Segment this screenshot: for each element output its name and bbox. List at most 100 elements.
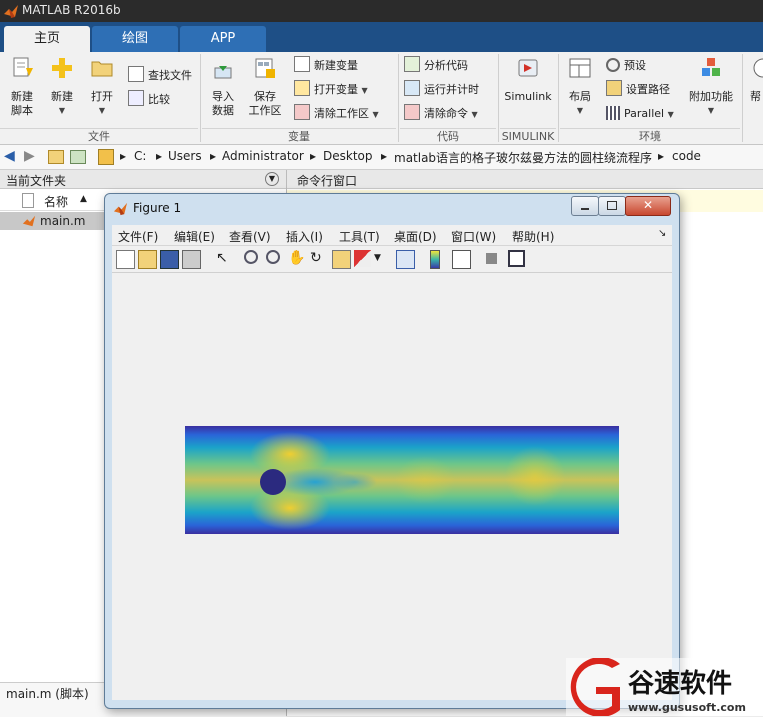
matlab-file-icon [22, 215, 36, 227]
menu-desktop[interactable]: 桌面(D) [394, 228, 437, 245]
compare-button[interactable]: 比较 [128, 90, 170, 110]
file-name: main.m [40, 214, 86, 228]
colorbar-icon[interactable] [430, 250, 440, 269]
run-and-time-label: 运行并计时 [424, 83, 479, 96]
link-icon[interactable] [396, 250, 415, 269]
current-folder-title: 当前文件夹 [6, 174, 67, 188]
back-arrow-icon[interactable]: ◀ [4, 148, 15, 164]
breadcrumb-item[interactable]: Users [168, 149, 202, 163]
zoom-in-icon[interactable] [244, 250, 258, 264]
code-section-label: 代码 [400, 128, 496, 144]
brush-icon[interactable] [354, 250, 371, 267]
help-button[interactable]: 帮 [748, 56, 763, 104]
tab-plots[interactable]: 绘图 [92, 26, 178, 52]
save-workspace-button[interactable]: 保存 工作区 [244, 56, 286, 118]
tab-home[interactable]: 主页 [4, 26, 90, 52]
clear-workspace-icon [294, 104, 310, 120]
open-variable-button[interactable]: 打开变量 ▼ [294, 80, 368, 100]
browse-folder-icon[interactable] [70, 150, 86, 164]
simulink-section-label: SIMULINK [500, 128, 556, 143]
find-files-button[interactable]: 查找文件 [128, 66, 192, 86]
breadcrumb-item[interactable]: Desktop [323, 149, 373, 163]
forward-arrow-icon[interactable]: ▶ [24, 148, 35, 164]
minimize-button[interactable] [571, 196, 599, 216]
hide-plot-tools-icon[interactable] [486, 253, 497, 264]
menu-file[interactable]: 文件(F) [118, 228, 158, 245]
rotate-icon[interactable]: ↻ [310, 250, 327, 267]
layout-caret: ▼ [576, 106, 584, 115]
import-data-button[interactable]: 导入 数据 [206, 56, 240, 118]
new-button[interactable]: 新建 ▼ [46, 56, 78, 118]
zoom-out-icon[interactable] [266, 250, 280, 264]
velocity-field-heatmap[interactable] [185, 426, 619, 534]
breadcrumb-item[interactable]: code [672, 149, 701, 163]
folder-icon [98, 149, 114, 165]
new-dropdown-caret: ▼ [58, 106, 66, 115]
print-icon[interactable] [182, 250, 201, 269]
menu-insert[interactable]: 插入(I) [286, 228, 323, 245]
clear-workspace-button[interactable]: 清除工作区 ▼ [294, 104, 379, 124]
breadcrumb-separator: ▸ [658, 149, 665, 163]
dock-arrow-icon[interactable]: ↘ [658, 228, 666, 239]
menu-help[interactable]: 帮助(H) [512, 228, 554, 245]
new-figure-icon[interactable] [116, 250, 135, 269]
analyze-code-icon [404, 56, 420, 72]
figure-canvas[interactable] [112, 273, 672, 700]
show-plot-tools-icon[interactable] [508, 250, 525, 267]
name-column-header[interactable]: 名称 [44, 193, 68, 210]
brush-dropdown-caret[interactable]: ▼ [374, 250, 391, 267]
clear-workspace-caret: ▼ [372, 110, 379, 119]
open-dropdown-caret: ▼ [98, 106, 106, 115]
environment-section-label: 环境 [560, 128, 740, 144]
legend-icon[interactable] [452, 250, 471, 269]
simulink-button[interactable]: Simulink [502, 56, 554, 104]
panel-menu-icon[interactable]: ▼ [265, 172, 279, 186]
set-path-button[interactable]: 设置路径 [606, 80, 670, 100]
compare-icon [128, 90, 144, 106]
new-script-label-2: 脚本 [11, 104, 33, 117]
up-folder-icon[interactable] [48, 150, 64, 164]
layout-icon [569, 58, 591, 78]
section-divider [498, 54, 499, 142]
parallel-button[interactable]: Parallel ▼ [606, 104, 674, 124]
new-label: 新建 [51, 90, 73, 103]
breadcrumb-separator: ▸ [310, 149, 317, 163]
run-and-time-button[interactable]: 运行并计时 [404, 80, 479, 100]
figure-window[interactable]: Figure 1 ✕ 文件(F) 编辑(E) 查看(V) 插入(I) 工具(T)… [104, 193, 680, 709]
variable-section-label: 变量 [202, 128, 396, 144]
breadcrumb-item[interactable]: Administrator [222, 149, 304, 163]
open-button[interactable]: 打开 ▼ [86, 56, 118, 118]
menu-tools[interactable]: 工具(T) [339, 228, 380, 245]
open-file-icon[interactable] [138, 250, 157, 269]
menu-window[interactable]: 窗口(W) [451, 228, 496, 245]
tab-apps[interactable]: APP [180, 26, 266, 52]
save-workspace-icon [255, 58, 275, 78]
close-button[interactable]: ✕ [625, 196, 671, 216]
data-cursor-icon[interactable] [332, 250, 351, 269]
file-details-text: main.m (脚本) [6, 687, 89, 701]
menu-view[interactable]: 查看(V) [229, 228, 271, 245]
new-variable-label: 新建变量 [314, 59, 358, 72]
save-workspace-label-1: 保存 [254, 90, 276, 103]
command-window-title: 命令行窗口 [297, 174, 358, 188]
clear-commands-caret: ▼ [471, 110, 478, 119]
analyze-code-button[interactable]: 分析代码 [404, 56, 468, 76]
breadcrumb-item[interactable]: C: [134, 149, 146, 163]
breadcrumb-item[interactable]: matlab语言的格子玻尔兹曼方法的圆柱绕流程序 [394, 149, 652, 166]
layout-button[interactable]: 布局 ▼ [564, 56, 596, 118]
pointer-icon[interactable]: ↖ [216, 250, 233, 267]
new-script-button[interactable]: 新建 脚本 [4, 56, 40, 118]
save-icon[interactable] [160, 250, 179, 269]
addons-caret: ▼ [707, 106, 715, 115]
clear-commands-label: 清除命令 [424, 107, 468, 120]
breadcrumb-separator: ▸ [120, 149, 127, 163]
new-variable-button[interactable]: 新建变量 [294, 56, 358, 76]
new-script-label-1: 新建 [11, 90, 33, 103]
addons-button[interactable]: 附加功能 ▼ [688, 56, 734, 118]
preferences-button[interactable]: 预设 [606, 56, 646, 76]
matlab-logo-icon [113, 202, 128, 216]
menu-edit[interactable]: 编辑(E) [174, 228, 215, 245]
maximize-button[interactable] [598, 196, 626, 216]
pan-icon[interactable]: ✋ [288, 250, 305, 267]
clear-commands-button[interactable]: 清除命令 ▼ [404, 104, 478, 124]
